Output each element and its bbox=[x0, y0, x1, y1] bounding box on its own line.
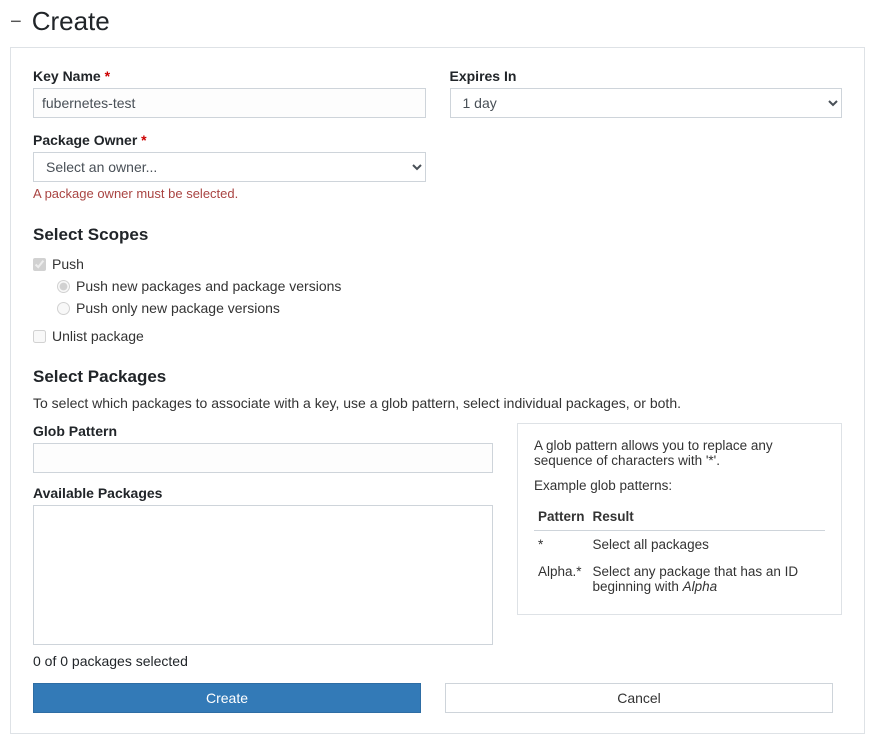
cell-result-em: Alpha bbox=[683, 579, 718, 594]
glob-input[interactable] bbox=[33, 443, 493, 473]
cancel-button[interactable]: Cancel bbox=[445, 683, 833, 713]
table-row: Alpha.* Select any package that has an I… bbox=[534, 558, 825, 600]
hint-p1: A glob pattern allows you to replace any… bbox=[534, 438, 825, 468]
key-name-input[interactable] bbox=[33, 88, 426, 118]
cell-pattern: * bbox=[534, 531, 589, 559]
cell-pattern: Alpha.* bbox=[534, 558, 589, 600]
required-mark: * bbox=[141, 132, 146, 148]
glob-label: Glob Pattern bbox=[33, 423, 493, 439]
key-name-label-text: Key Name bbox=[33, 68, 101, 84]
key-name-label: Key Name * bbox=[33, 68, 426, 84]
push-new-all-label: Push new packages and package versions bbox=[76, 278, 341, 294]
push-versions-label: Push only new package versions bbox=[76, 300, 280, 316]
cell-result: Select all packages bbox=[589, 531, 825, 559]
table-row: * Select all packages bbox=[534, 531, 825, 559]
expires-select[interactable]: 1 day bbox=[450, 88, 843, 118]
push-new-all-radio[interactable] bbox=[57, 280, 70, 293]
th-result: Result bbox=[589, 503, 825, 531]
scopes-heading: Select Scopes bbox=[33, 225, 842, 245]
owner-label-text: Package Owner bbox=[33, 132, 137, 148]
packages-desc: To select which packages to associate wi… bbox=[33, 395, 842, 411]
hint-p2: Example glob patterns: bbox=[534, 478, 825, 493]
th-pattern: Pattern bbox=[534, 503, 589, 531]
owner-label: Package Owner * bbox=[33, 132, 426, 148]
push-versions-radio[interactable] bbox=[57, 302, 70, 315]
create-panel: Key Name * Expires In 1 day Package Owne… bbox=[10, 47, 865, 734]
expires-label: Expires In bbox=[450, 68, 843, 84]
pattern-table: Pattern Result * Select all packages Alp… bbox=[534, 503, 825, 600]
cell-result: Select any package that has an ID beginn… bbox=[589, 558, 825, 600]
owner-select[interactable]: Select an owner... bbox=[33, 152, 426, 182]
packages-heading: Select Packages bbox=[33, 367, 842, 387]
push-checkbox[interactable] bbox=[33, 258, 46, 271]
page-title: Create bbox=[32, 6, 110, 37]
push-label: Push bbox=[52, 256, 84, 272]
available-packages-list[interactable] bbox=[33, 505, 493, 645]
selection-count: 0 of 0 packages selected bbox=[33, 653, 842, 669]
avail-label: Available Packages bbox=[33, 485, 493, 501]
collapse-icon[interactable]: − bbox=[10, 12, 22, 32]
required-mark: * bbox=[105, 68, 110, 84]
unlist-label: Unlist package bbox=[52, 328, 144, 344]
unlist-checkbox[interactable] bbox=[33, 330, 46, 343]
create-button[interactable]: Create bbox=[33, 683, 421, 713]
owner-error: A package owner must be selected. bbox=[33, 186, 426, 201]
glob-hint-box: A glob pattern allows you to replace any… bbox=[517, 423, 842, 615]
